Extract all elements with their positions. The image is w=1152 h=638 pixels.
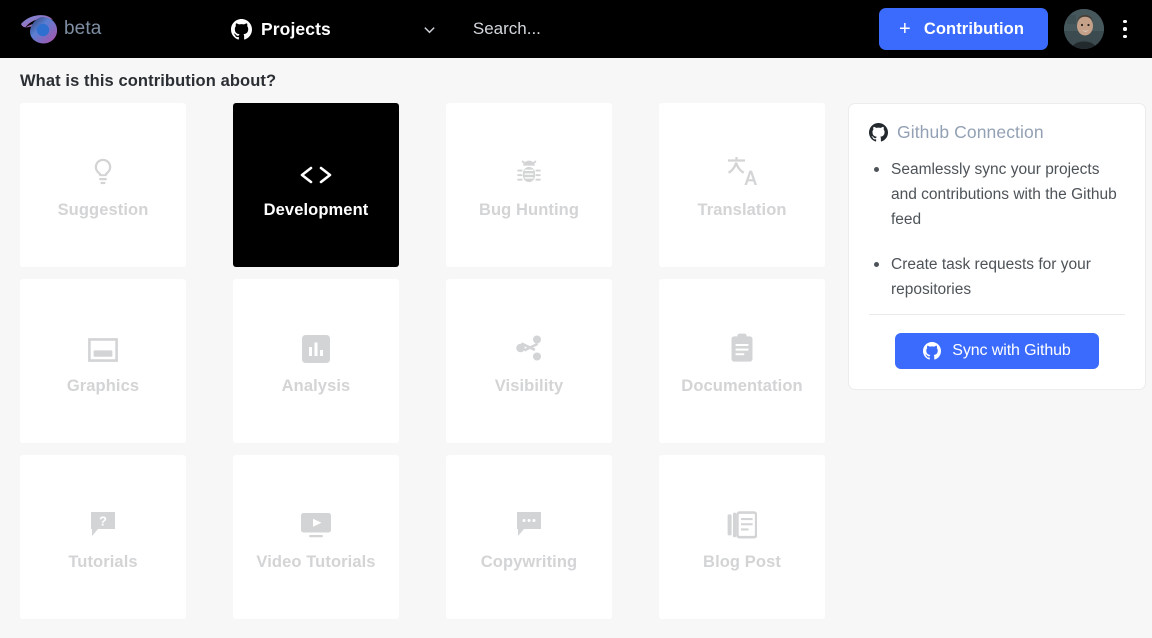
bar-chart-icon: [302, 327, 330, 363]
card-label: Copywriting: [480, 552, 578, 571]
card-label: Documentation: [681, 376, 803, 395]
panel-bullet-list: Seamlessly sync your projects and contri…: [873, 157, 1125, 302]
bug-icon: [516, 151, 542, 187]
code-brackets-icon: [298, 151, 334, 187]
nav-projects-label: Projects: [261, 18, 331, 39]
content-area: Suggestion Development Bug Hunting Trans…: [0, 103, 1152, 619]
card-label: Visibility: [494, 376, 564, 395]
panel-divider: [869, 314, 1125, 315]
contribution-type-grid: Suggestion Development Bug Hunting Trans…: [20, 103, 825, 619]
card-label: Development: [263, 200, 369, 219]
add-contribution-button[interactable]: + Contribution: [879, 8, 1048, 50]
plus-icon: +: [899, 18, 911, 40]
svg-text:?: ?: [99, 513, 107, 528]
card-bug-hunting[interactable]: Bug Hunting: [446, 103, 612, 267]
list-item: Create task requests for your repositori…: [873, 252, 1125, 302]
github-mark-icon: [923, 342, 942, 360]
card-blog-post[interactable]: Blog Post: [659, 455, 825, 619]
question-bubble-icon: ?: [88, 503, 118, 539]
article-stack-icon: [727, 503, 757, 539]
card-label: Video Tutorials: [256, 552, 376, 571]
sync-with-github-label: Sync with Github: [952, 342, 1071, 359]
search-area: [472, 15, 879, 43]
card-label: Bug Hunting: [478, 200, 580, 219]
top-bar: beta Projects + Contribution: [0, 0, 1152, 58]
translate-icon: [726, 151, 758, 187]
card-label: Translation: [697, 200, 787, 219]
nav-projects[interactable]: Projects: [231, 18, 331, 40]
card-copywriting[interactable]: Copywriting: [446, 455, 612, 619]
kebab-dot: [1123, 27, 1127, 31]
card-documentation[interactable]: Documentation: [659, 279, 825, 443]
kebab-dot: [1123, 19, 1127, 24]
github-mark-icon: [869, 123, 888, 142]
chevron-down-icon[interactable]: [419, 18, 441, 40]
clipboard-icon: [729, 327, 755, 363]
brand[interactable]: beta: [16, 10, 216, 48]
panel-header: Github Connection: [869, 122, 1125, 143]
card-tutorials[interactable]: ? Tutorials: [20, 455, 186, 619]
card-label: Graphics: [66, 376, 140, 395]
more-vertical-icon[interactable]: [1112, 12, 1138, 46]
window-frame-icon: [87, 327, 119, 363]
add-contribution-label: Contribution: [923, 19, 1024, 38]
card-label: Analysis: [281, 376, 351, 395]
eye-spiral-logo-icon: [16, 10, 62, 48]
card-video-tutorials[interactable]: Video Tutorials: [233, 455, 399, 619]
list-item: Seamlessly sync your projects and contri…: [873, 157, 1125, 232]
card-suggestion[interactable]: Suggestion: [20, 103, 186, 267]
panel-title: Github Connection: [897, 122, 1044, 142]
github-mark-icon: [231, 18, 252, 40]
search-input[interactable]: [472, 15, 833, 43]
card-label: Suggestion: [57, 200, 149, 219]
card-graphics[interactable]: Graphics: [20, 279, 186, 443]
card-label: Tutorials: [68, 552, 138, 571]
card-label: Blog Post: [703, 552, 781, 571]
card-visibility[interactable]: Visibility: [446, 279, 612, 443]
page-body: What is this contribution about? Suggest…: [0, 58, 1152, 638]
card-development[interactable]: Development: [233, 103, 399, 267]
ellipsis-bubble-icon: [514, 503, 544, 539]
brand-beta-label: beta: [64, 18, 102, 39]
lightbulb-icon: [89, 151, 117, 187]
card-analysis[interactable]: Analysis: [233, 279, 399, 443]
page-title: What is this contribution about?: [20, 72, 277, 90]
sync-with-github-button[interactable]: Sync with Github: [895, 333, 1099, 369]
kebab-dot: [1123, 34, 1127, 39]
share-icon: [514, 327, 544, 363]
monitor-play-icon: [300, 503, 332, 539]
avatar[interactable]: [1064, 9, 1104, 49]
github-connection-panel: Github Connection Seamlessly sync your p…: [848, 103, 1146, 390]
card-translation[interactable]: Translation: [659, 103, 825, 267]
